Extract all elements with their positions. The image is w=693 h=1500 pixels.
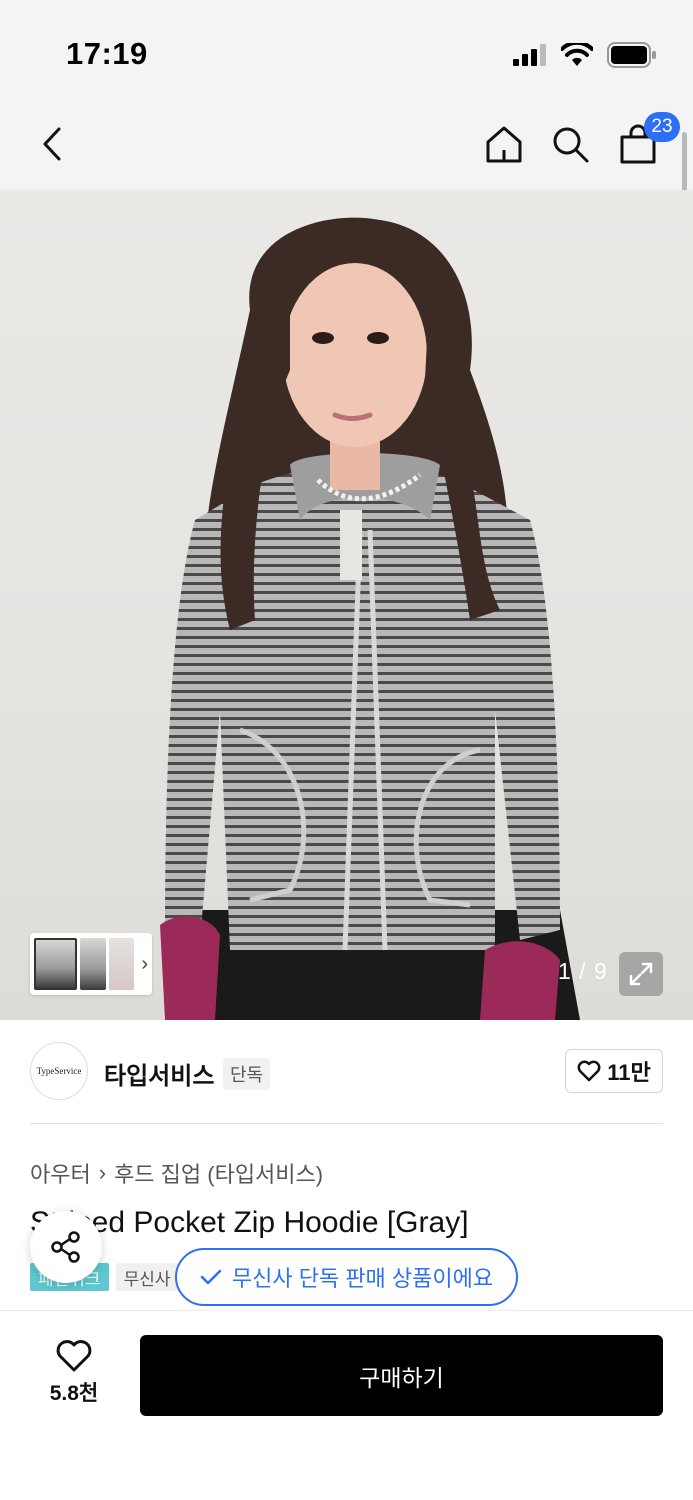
thumbnail-2[interactable]: [80, 938, 106, 990]
buy-button[interactable]: 구매하기: [140, 1335, 663, 1416]
battery-icon: [607, 42, 656, 68]
status-time: 17:19: [66, 36, 148, 71]
brand-name[interactable]: 타입서비스: [104, 1056, 214, 1091]
chevron-right-icon: ›: [141, 952, 148, 975]
expand-image-button[interactable]: [619, 952, 663, 996]
musinsa-tag: 무신사: [115, 1263, 179, 1291]
toast-message: 무신사 단독 판매 상품이에요: [231, 1266, 494, 1291]
thumbnail-strip[interactable]: ›: [30, 933, 152, 995]
cellular-signal-icon: [513, 44, 546, 66]
chevron-left-icon: [43, 127, 61, 161]
check-icon: [200, 1269, 222, 1285]
cart-button[interactable]: 23: [612, 112, 680, 170]
brand-logo[interactable]: TypeService: [30, 1042, 88, 1100]
thumbnail-3[interactable]: [108, 938, 135, 990]
top-navigation: 23: [0, 100, 693, 190]
thumbnail-1[interactable]: [34, 938, 78, 990]
brand-like-button[interactable]: 11만: [565, 1049, 663, 1093]
status-bar: 17:19: [0, 0, 693, 100]
bottom-action-bar: 5.8천 구매하기: [0, 1310, 693, 1500]
back-button[interactable]: [26, 118, 78, 170]
wishlist-count: 5.8천: [49, 1382, 99, 1405]
product-photo: [160, 217, 580, 1020]
expand-icon: [629, 962, 653, 986]
status-icons: [513, 40, 657, 70]
brand-like-count: 11만: [607, 1060, 651, 1085]
wishlist-button[interactable]: 5.8천: [38, 1339, 110, 1407]
heart-outline-icon: [56, 1340, 92, 1372]
share-button[interactable]: [30, 1211, 102, 1283]
search-icon: [553, 127, 589, 163]
exclusive-toast: 무신사 단독 판매 상품이에요: [175, 1248, 518, 1306]
cart-count-badge: 23: [644, 112, 680, 142]
product-image-gallery[interactable]: › 1 / 9: [0, 190, 693, 1020]
breadcrumb-subcategory[interactable]: 후드 집업 (타입서비스): [114, 1157, 323, 1189]
share-icon: [51, 1231, 80, 1263]
home-icon: [486, 126, 522, 163]
divider: [30, 1123, 663, 1124]
image-counter: 1 / 9: [558, 958, 608, 984]
search-button[interactable]: [544, 118, 596, 170]
breadcrumb-category[interactable]: 아우터: [30, 1157, 91, 1189]
heart-outline-icon: [577, 1060, 601, 1082]
chevron-right-icon: ›: [98, 1160, 107, 1185]
brand-row: TypeService 타입서비스 단독 11만: [0, 1020, 693, 1124]
breadcrumb: 아우터 › 후드 집업 (타입서비스): [30, 1157, 323, 1189]
home-button[interactable]: [478, 118, 530, 170]
exclusive-tag: 단독: [223, 1058, 271, 1090]
wifi-icon: [561, 43, 593, 66]
